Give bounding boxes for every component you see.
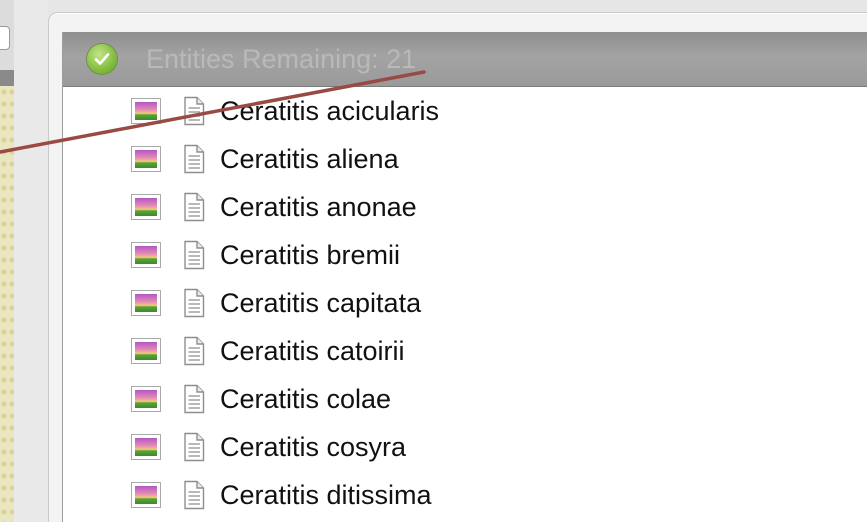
document-icon[interactable] <box>181 96 207 126</box>
image-icon[interactable] <box>131 194 161 220</box>
entity-label: Ceratitis bremii <box>220 240 401 270</box>
panel-gutter <box>14 0 48 522</box>
sidebar-input-edge[interactable] <box>0 26 10 50</box>
list-item[interactable]: Ceratitis catoirii <box>63 327 867 375</box>
document-icon[interactable] <box>181 240 207 270</box>
list-item[interactable]: Ceratitis colae <box>63 375 867 423</box>
list-item[interactable]: Ceratitis cosyra <box>63 423 867 471</box>
list-item[interactable]: Ceratitis ditissima <box>63 471 867 519</box>
image-thumbnail <box>135 486 157 504</box>
entities-remaining-title: Entities Remaining: 21 <box>146 44 417 74</box>
image-thumbnail <box>135 198 157 216</box>
entities-header[interactable]: Entities Remaining: 21 <box>63 32 867 87</box>
document-icon[interactable] <box>181 336 207 366</box>
image-icon[interactable] <box>131 434 161 460</box>
entity-label: Ceratitis capitata <box>220 288 422 318</box>
entity-label: Ceratitis anonae <box>220 192 417 222</box>
image-icon[interactable] <box>131 482 161 508</box>
image-thumbnail <box>135 342 157 360</box>
image-thumbnail <box>135 294 157 312</box>
image-thumbnail <box>135 246 157 264</box>
list-item[interactable]: Ceratitis bremii <box>63 231 867 279</box>
map-background <box>0 86 14 522</box>
list-item[interactable]: Ceratitis aliena <box>63 135 867 183</box>
entities-list: Ceratitis acicularis Ceratitis aliena Cera… <box>63 87 867 519</box>
list-item[interactable]: Ceratitis capitata <box>63 279 867 327</box>
image-icon[interactable] <box>131 290 161 316</box>
background-sidebar <box>0 0 14 522</box>
entity-label: Ceratitis colae <box>220 384 392 414</box>
list-item[interactable]: Ceratitis anonae <box>63 183 867 231</box>
document-icon[interactable] <box>181 384 207 414</box>
image-icon[interactable] <box>131 146 161 172</box>
image-icon[interactable] <box>131 338 161 364</box>
document-icon[interactable] <box>181 432 207 462</box>
image-thumbnail <box>135 438 157 456</box>
sidebar-header-bar <box>0 70 14 86</box>
entity-label: Ceratitis catoirii <box>220 336 405 366</box>
list-item[interactable]: Ceratitis acicularis <box>63 87 867 135</box>
entity-label: Ceratitis ditissima <box>220 480 432 510</box>
image-thumbnail <box>135 390 157 408</box>
entity-label: Ceratitis acicularis <box>220 96 440 126</box>
document-icon[interactable] <box>181 144 207 174</box>
entity-label: Ceratitis cosyra <box>220 432 407 462</box>
check-icon <box>87 44 117 74</box>
document-icon[interactable] <box>181 192 207 222</box>
image-thumbnail <box>135 150 157 168</box>
image-icon[interactable] <box>131 242 161 268</box>
document-icon[interactable] <box>181 288 207 318</box>
image-icon[interactable] <box>131 98 161 124</box>
entity-label: Ceratitis aliena <box>220 144 399 174</box>
document-icon[interactable] <box>181 480 207 510</box>
entities-list-container: Entities Remaining: 21 Ceratitis acicula… <box>62 32 867 522</box>
image-icon[interactable] <box>131 386 161 412</box>
image-thumbnail <box>135 102 157 120</box>
